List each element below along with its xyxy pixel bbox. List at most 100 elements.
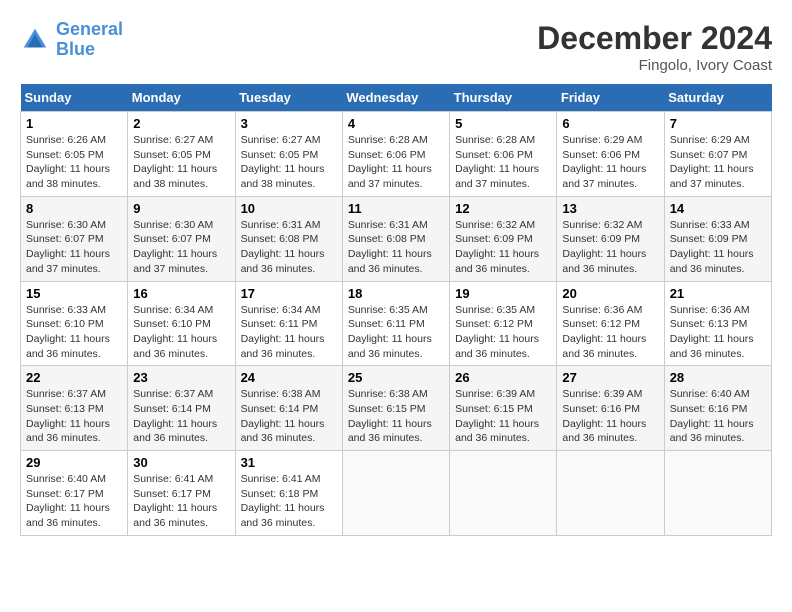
weekday-header-row: SundayMondayTuesdayWednesdayThursdayFrid… bbox=[21, 84, 772, 112]
day-info: Sunrise: 6:26 AM Sunset: 6:05 PM Dayligh… bbox=[26, 133, 122, 192]
day-info: Sunrise: 6:28 AM Sunset: 6:06 PM Dayligh… bbox=[455, 133, 551, 192]
calendar-day-cell: 2 Sunrise: 6:27 AM Sunset: 6:05 PM Dayli… bbox=[128, 112, 235, 197]
day-info: Sunrise: 6:39 AM Sunset: 6:16 PM Dayligh… bbox=[562, 387, 658, 446]
day-info: Sunrise: 6:32 AM Sunset: 6:09 PM Dayligh… bbox=[455, 218, 551, 277]
month-title: December 2024 bbox=[537, 20, 772, 57]
day-number: 1 bbox=[26, 116, 122, 131]
day-info: Sunrise: 6:35 AM Sunset: 6:11 PM Dayligh… bbox=[348, 303, 444, 362]
calendar-day-cell: 16 Sunrise: 6:34 AM Sunset: 6:10 PM Dayl… bbox=[128, 281, 235, 366]
day-info: Sunrise: 6:37 AM Sunset: 6:14 PM Dayligh… bbox=[133, 387, 229, 446]
calendar-day-cell: 13 Sunrise: 6:32 AM Sunset: 6:09 PM Dayl… bbox=[557, 196, 664, 281]
day-number: 7 bbox=[670, 116, 766, 131]
day-number: 3 bbox=[241, 116, 337, 131]
day-number: 27 bbox=[562, 370, 658, 385]
calendar-day-cell: 19 Sunrise: 6:35 AM Sunset: 6:12 PM Dayl… bbox=[450, 281, 557, 366]
day-info: Sunrise: 6:33 AM Sunset: 6:10 PM Dayligh… bbox=[26, 303, 122, 362]
day-number: 4 bbox=[348, 116, 444, 131]
day-number: 2 bbox=[133, 116, 229, 131]
calendar-day-cell: 8 Sunrise: 6:30 AM Sunset: 6:07 PM Dayli… bbox=[21, 196, 128, 281]
day-info: Sunrise: 6:32 AM Sunset: 6:09 PM Dayligh… bbox=[562, 218, 658, 277]
day-number: 29 bbox=[26, 455, 122, 470]
day-info: Sunrise: 6:28 AM Sunset: 6:06 PM Dayligh… bbox=[348, 133, 444, 192]
day-number: 24 bbox=[241, 370, 337, 385]
weekday-header-friday: Friday bbox=[557, 84, 664, 112]
calendar-day-cell: 24 Sunrise: 6:38 AM Sunset: 6:14 PM Dayl… bbox=[235, 366, 342, 451]
calendar-day-cell: 28 Sunrise: 6:40 AM Sunset: 6:16 PM Dayl… bbox=[664, 366, 771, 451]
calendar-day-cell: 4 Sunrise: 6:28 AM Sunset: 6:06 PM Dayli… bbox=[342, 112, 449, 197]
calendar-week-row: 15 Sunrise: 6:33 AM Sunset: 6:10 PM Dayl… bbox=[21, 281, 772, 366]
day-info: Sunrise: 6:39 AM Sunset: 6:15 PM Dayligh… bbox=[455, 387, 551, 446]
calendar-week-row: 8 Sunrise: 6:30 AM Sunset: 6:07 PM Dayli… bbox=[21, 196, 772, 281]
calendar-day-cell: 20 Sunrise: 6:36 AM Sunset: 6:12 PM Dayl… bbox=[557, 281, 664, 366]
calendar-day-cell: 10 Sunrise: 6:31 AM Sunset: 6:08 PM Dayl… bbox=[235, 196, 342, 281]
calendar-day-cell: 14 Sunrise: 6:33 AM Sunset: 6:09 PM Dayl… bbox=[664, 196, 771, 281]
logo-text: General Blue bbox=[56, 20, 123, 60]
calendar-day-cell: 15 Sunrise: 6:33 AM Sunset: 6:10 PM Dayl… bbox=[21, 281, 128, 366]
day-info: Sunrise: 6:41 AM Sunset: 6:18 PM Dayligh… bbox=[241, 472, 337, 531]
day-number: 6 bbox=[562, 116, 658, 131]
calendar-day-cell bbox=[557, 451, 664, 536]
calendar-week-row: 29 Sunrise: 6:40 AM Sunset: 6:17 PM Dayl… bbox=[21, 451, 772, 536]
calendar-day-cell bbox=[664, 451, 771, 536]
day-info: Sunrise: 6:38 AM Sunset: 6:15 PM Dayligh… bbox=[348, 387, 444, 446]
calendar-day-cell: 11 Sunrise: 6:31 AM Sunset: 6:08 PM Dayl… bbox=[342, 196, 449, 281]
day-info: Sunrise: 6:40 AM Sunset: 6:17 PM Dayligh… bbox=[26, 472, 122, 531]
calendar-day-cell: 25 Sunrise: 6:38 AM Sunset: 6:15 PM Dayl… bbox=[342, 366, 449, 451]
weekday-header-tuesday: Tuesday bbox=[235, 84, 342, 112]
day-info: Sunrise: 6:41 AM Sunset: 6:17 PM Dayligh… bbox=[133, 472, 229, 531]
day-number: 16 bbox=[133, 286, 229, 301]
calendar-day-cell: 1 Sunrise: 6:26 AM Sunset: 6:05 PM Dayli… bbox=[21, 112, 128, 197]
day-number: 21 bbox=[670, 286, 766, 301]
day-number: 22 bbox=[26, 370, 122, 385]
day-info: Sunrise: 6:34 AM Sunset: 6:10 PM Dayligh… bbox=[133, 303, 229, 362]
day-info: Sunrise: 6:36 AM Sunset: 6:12 PM Dayligh… bbox=[562, 303, 658, 362]
day-info: Sunrise: 6:27 AM Sunset: 6:05 PM Dayligh… bbox=[241, 133, 337, 192]
title-block: December 2024 Fingolo, Ivory Coast bbox=[537, 20, 772, 74]
day-number: 10 bbox=[241, 201, 337, 216]
logo: General Blue bbox=[20, 20, 123, 60]
day-info: Sunrise: 6:31 AM Sunset: 6:08 PM Dayligh… bbox=[241, 218, 337, 277]
calendar-table: SundayMondayTuesdayWednesdayThursdayFrid… bbox=[20, 84, 772, 536]
weekday-header-monday: Monday bbox=[128, 84, 235, 112]
calendar-day-cell: 5 Sunrise: 6:28 AM Sunset: 6:06 PM Dayli… bbox=[450, 112, 557, 197]
day-number: 8 bbox=[26, 201, 122, 216]
day-info: Sunrise: 6:33 AM Sunset: 6:09 PM Dayligh… bbox=[670, 218, 766, 277]
day-info: Sunrise: 6:29 AM Sunset: 6:07 PM Dayligh… bbox=[670, 133, 766, 192]
day-info: Sunrise: 6:38 AM Sunset: 6:14 PM Dayligh… bbox=[241, 387, 337, 446]
calendar-day-cell: 26 Sunrise: 6:39 AM Sunset: 6:15 PM Dayl… bbox=[450, 366, 557, 451]
day-number: 30 bbox=[133, 455, 229, 470]
calendar-day-cell: 9 Sunrise: 6:30 AM Sunset: 6:07 PM Dayli… bbox=[128, 196, 235, 281]
weekday-header-wednesday: Wednesday bbox=[342, 84, 449, 112]
calendar-day-cell: 27 Sunrise: 6:39 AM Sunset: 6:16 PM Dayl… bbox=[557, 366, 664, 451]
day-number: 19 bbox=[455, 286, 551, 301]
calendar-day-cell bbox=[342, 451, 449, 536]
day-number: 5 bbox=[455, 116, 551, 131]
day-number: 26 bbox=[455, 370, 551, 385]
day-number: 11 bbox=[348, 201, 444, 216]
day-number: 18 bbox=[348, 286, 444, 301]
weekday-header-sunday: Sunday bbox=[21, 84, 128, 112]
day-number: 31 bbox=[241, 455, 337, 470]
weekday-header-thursday: Thursday bbox=[450, 84, 557, 112]
calendar-day-cell: 18 Sunrise: 6:35 AM Sunset: 6:11 PM Dayl… bbox=[342, 281, 449, 366]
calendar-day-cell: 31 Sunrise: 6:41 AM Sunset: 6:18 PM Dayl… bbox=[235, 451, 342, 536]
calendar-day-cell: 21 Sunrise: 6:36 AM Sunset: 6:13 PM Dayl… bbox=[664, 281, 771, 366]
calendar-day-cell bbox=[450, 451, 557, 536]
day-number: 28 bbox=[670, 370, 766, 385]
day-number: 15 bbox=[26, 286, 122, 301]
day-number: 9 bbox=[133, 201, 229, 216]
calendar-week-row: 22 Sunrise: 6:37 AM Sunset: 6:13 PM Dayl… bbox=[21, 366, 772, 451]
calendar-day-cell: 30 Sunrise: 6:41 AM Sunset: 6:17 PM Dayl… bbox=[128, 451, 235, 536]
day-info: Sunrise: 6:35 AM Sunset: 6:12 PM Dayligh… bbox=[455, 303, 551, 362]
day-number: 13 bbox=[562, 201, 658, 216]
day-info: Sunrise: 6:40 AM Sunset: 6:16 PM Dayligh… bbox=[670, 387, 766, 446]
day-info: Sunrise: 6:27 AM Sunset: 6:05 PM Dayligh… bbox=[133, 133, 229, 192]
calendar-week-row: 1 Sunrise: 6:26 AM Sunset: 6:05 PM Dayli… bbox=[21, 112, 772, 197]
day-info: Sunrise: 6:30 AM Sunset: 6:07 PM Dayligh… bbox=[133, 218, 229, 277]
calendar-day-cell: 7 Sunrise: 6:29 AM Sunset: 6:07 PM Dayli… bbox=[664, 112, 771, 197]
day-number: 25 bbox=[348, 370, 444, 385]
day-info: Sunrise: 6:34 AM Sunset: 6:11 PM Dayligh… bbox=[241, 303, 337, 362]
day-number: 23 bbox=[133, 370, 229, 385]
calendar-day-cell: 17 Sunrise: 6:34 AM Sunset: 6:11 PM Dayl… bbox=[235, 281, 342, 366]
day-number: 12 bbox=[455, 201, 551, 216]
